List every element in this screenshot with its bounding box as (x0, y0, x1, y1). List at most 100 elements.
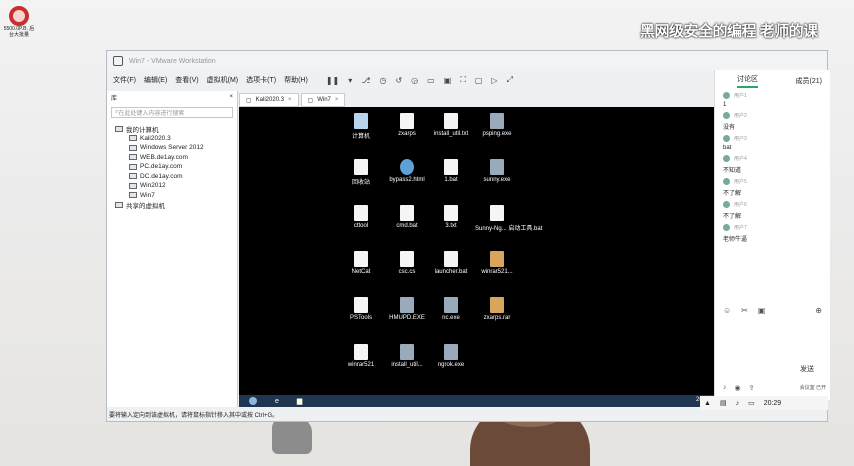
send-keys-icon[interactable]: ⎇ (361, 76, 370, 85)
message-text: 没有 (723, 125, 736, 131)
explorer-taskbar-icon[interactable]: ▆ (297, 397, 302, 405)
close-icon[interactable]: × (288, 97, 292, 103)
send-button[interactable]: 发送 (800, 364, 814, 374)
camera-icon[interactable]: ◉ (735, 384, 741, 392)
desktop-icon[interactable]: PSTools (339, 297, 383, 321)
microphone-icon[interactable]: ♪ (723, 384, 727, 392)
close-icon[interactable]: × (335, 97, 339, 103)
desktop-icon[interactable]: bypass2.html (385, 159, 429, 183)
tree-item-dc[interactable]: DC.de1ay.com (107, 172, 237, 182)
pc-file-icon (354, 113, 368, 129)
desktop-icon[interactable]: nc.exe (429, 297, 473, 321)
desktop-icon[interactable]: ngrok.exe (429, 344, 473, 368)
desktop-icon[interactable]: sunny.exe (475, 159, 519, 183)
watermark-text: 黑网级安全的编程 老师的课 (640, 23, 818, 40)
desktop-icon[interactable]: zxarps.rar (475, 297, 519, 321)
library-header: 库 × (107, 91, 237, 103)
desktop-icon[interactable]: 1.bat (429, 159, 473, 183)
volume-icon[interactable]: ♪ (736, 400, 740, 407)
avatar (723, 155, 730, 162)
tree-item-win7[interactable]: Win7 (107, 191, 237, 201)
message-text: bat (723, 145, 732, 151)
chat-message: 用户4 不知道 (715, 155, 830, 174)
desktop-icon[interactable]: csc.cs (385, 251, 429, 275)
console-icon[interactable]: ▢ (475, 76, 483, 85)
menu-help[interactable]: 帮助(H) (284, 75, 308, 85)
vm-icon (129, 192, 137, 199)
tree-item-win2012[interactable]: Win2012 (107, 181, 237, 191)
snapshot-manager-icon[interactable]: ◶ (411, 76, 418, 85)
doc-file-icon (400, 251, 414, 267)
desktop-icon[interactable]: 回收站 (339, 159, 383, 186)
menu-tabs[interactable]: 选项卡(T) (246, 75, 276, 85)
network-icon[interactable]: ▤ (720, 399, 727, 407)
desktop-icon-label: 计算机 (351, 134, 370, 140)
desktop-icon[interactable]: 计算机 (339, 113, 383, 140)
desktop-app-icon[interactable]: 5500.0P.B. 后台大批量 (2, 6, 36, 38)
tray-icon[interactable]: ▲ (704, 400, 711, 407)
rar-file-icon (490, 251, 504, 267)
revert-snapshot-icon[interactable]: ↺ (395, 76, 402, 85)
tree-item-winserver2012[interactable]: Windows Server 2012 (107, 143, 237, 153)
unity-icon[interactable]: ▣ (444, 76, 452, 85)
tree-item-my-computer[interactable]: 我的计算机 (107, 124, 237, 134)
tree-item-kali[interactable]: Kali2020.3 (107, 134, 237, 144)
desktop-app-label: 5500.0P.B. 后台大批量 (3, 26, 35, 38)
view-icon[interactable]: ▷ (491, 76, 497, 85)
vm-icon (129, 182, 137, 189)
library-search-input[interactable]: ⌕ 在此处键入内容进行搜索 (111, 107, 233, 118)
menu-view[interactable]: 查看(V) (175, 75, 198, 85)
tree-item-pc[interactable]: PC.de1ay.com (107, 162, 237, 172)
desktop-icon-label: winrar521... (481, 269, 513, 275)
tab-members[interactable]: 成员(21) (796, 76, 822, 86)
chat-bottom-bar: ♪ ◉ ⇪ (723, 384, 754, 392)
desktop-icon-label: bypass2.html (389, 177, 425, 183)
desktop-icon[interactable]: psping.exe (475, 113, 519, 137)
share-icon[interactable]: ⇪ (749, 384, 755, 392)
menu-file[interactable]: 文件(F) (113, 75, 136, 85)
window-title: Win7 - VMware Workstation (129, 57, 216, 65)
desktop-icon[interactable]: cmd.bat (385, 205, 429, 229)
desktop-icon[interactable]: Sunny-Ng... 启动工具.bat (475, 205, 543, 232)
fullscreen-icon[interactable]: ⛶ (460, 75, 466, 85)
desktop-icon[interactable]: HMUPD.EXE (385, 297, 429, 321)
ie-taskbar-icon[interactable]: e (275, 398, 279, 405)
menu-vm[interactable]: 虚拟机(M) (207, 75, 239, 85)
add-icon[interactable]: ⊕ (815, 306, 822, 315)
desktop-icon[interactable]: cttool (339, 205, 383, 229)
emoji-icon[interactable]: ☺ (723, 306, 731, 315)
tab-win7[interactable]: ▢ Win7 × (300, 93, 346, 107)
close-icon[interactable]: × (229, 94, 233, 100)
desktop-icon[interactable]: install_util... (385, 344, 429, 368)
desktop-icon-label: 回收站 (351, 180, 370, 186)
menu-edit[interactable]: 编辑(E) (144, 75, 167, 85)
desktop-icon-label: Sunny-Ng... 启动工具.bat (475, 226, 543, 232)
desktop-icon-label: nc.exe (442, 315, 460, 321)
chat-footer-text: 会议室 已开 (799, 385, 826, 391)
avatar (723, 201, 730, 208)
message-author: 用户4 (723, 155, 822, 162)
sidebar-toggle-icon[interactable]: ▭ (427, 76, 435, 85)
image-icon[interactable]: ▣ (758, 306, 766, 315)
snapshot-icon[interactable]: ◷ (379, 76, 386, 85)
tree-item-web[interactable]: WEB.de1ay.com (107, 153, 237, 163)
tab-kali[interactable]: ▢ Kali2020.3 × (239, 93, 299, 107)
scissors-icon[interactable]: ✂ (741, 306, 748, 315)
tab-discussion[interactable]: 讨论区 (737, 74, 758, 88)
tree-item-shared[interactable]: 共享的虚拟机 (107, 200, 237, 210)
vm-screen[interactable]: e ▆ 20:29 计算机 zxarps install_util.txt pspin… (239, 107, 750, 407)
message-text: 老师牛逼 (723, 237, 748, 243)
desktop-icon[interactable]: launcher.bat (429, 251, 473, 275)
battery-icon[interactable]: ▭ (748, 399, 755, 407)
start-button[interactable] (249, 397, 257, 405)
desktop-icon[interactable]: winrar521 (339, 344, 383, 368)
desktop-icon[interactable]: NetCat (339, 251, 383, 275)
desktop-icon-label: NetCat (351, 269, 371, 275)
autofit-icon[interactable]: ⤢ (507, 75, 513, 85)
desktop-icon[interactable]: zxarps (385, 113, 429, 137)
desktop-icon[interactable]: winrar521... (475, 251, 519, 275)
pause-icon[interactable]: ❚❚ (326, 76, 339, 85)
desktop-icon[interactable]: 3.txt (429, 205, 473, 229)
desktop-icon[interactable]: install_util.txt (429, 113, 473, 137)
chevron-down-icon[interactable]: ▾ (348, 76, 352, 85)
